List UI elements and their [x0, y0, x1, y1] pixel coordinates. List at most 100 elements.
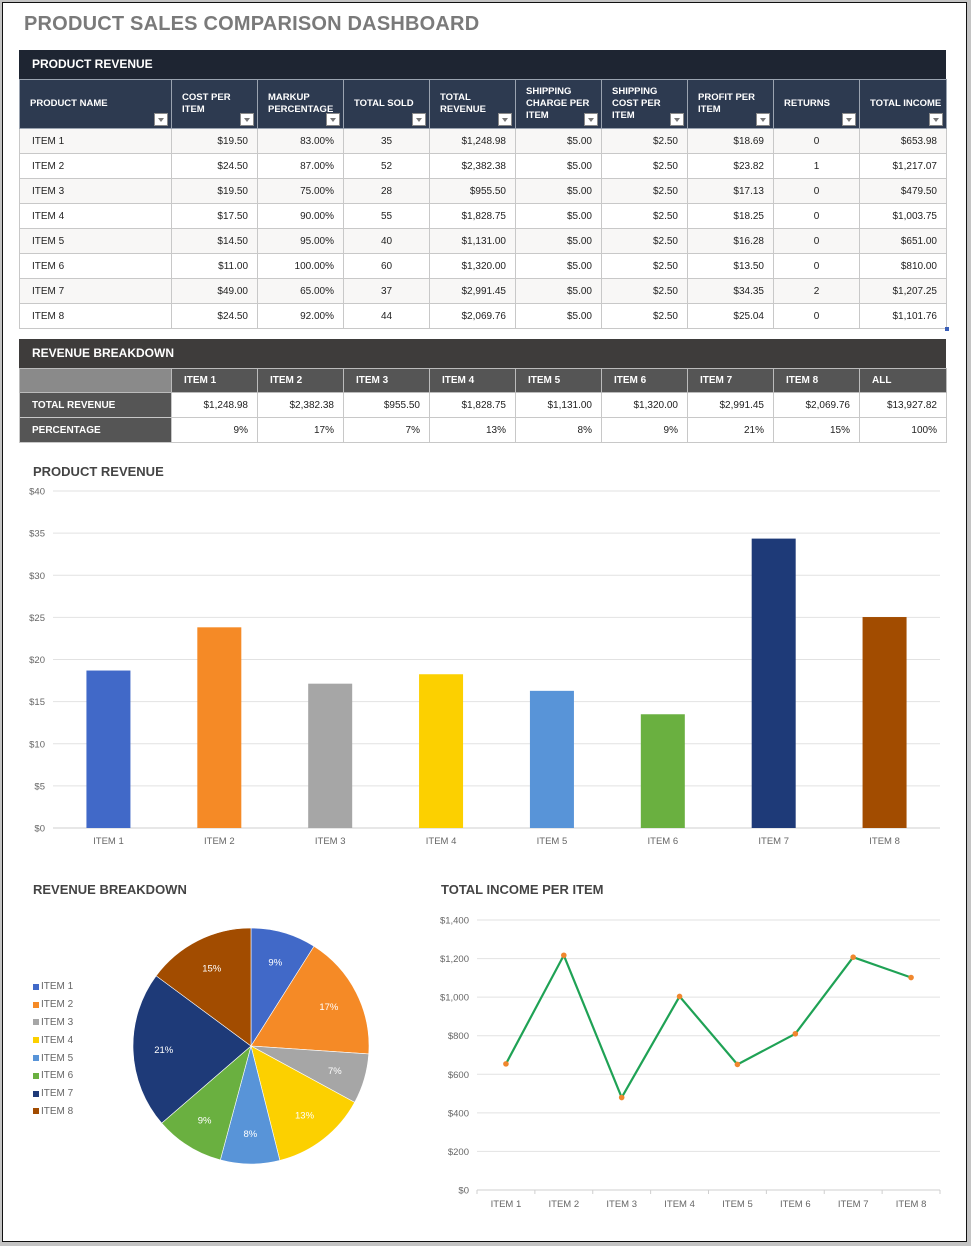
cell-item-7[interactable]: $2,991.45	[687, 392, 774, 418]
cell-profit-per-item[interactable]: $18.69	[687, 128, 774, 154]
cell-returns[interactable]: 1	[773, 153, 860, 179]
cell-total-income[interactable]: $810.00	[859, 253, 947, 279]
cell-item-1[interactable]: $1,248.98	[171, 392, 258, 418]
cell-shipping-cost-per-item[interactable]: $2.50	[601, 253, 688, 279]
cell-total-sold[interactable]: 37	[343, 278, 430, 304]
cell-shipping-charge-per-item[interactable]: $5.00	[515, 128, 602, 154]
cell-profit-per-item[interactable]: $23.82	[687, 153, 774, 179]
cell-cost-per-item[interactable]: $19.50	[171, 128, 258, 154]
cell-total-revenue[interactable]: $1,320.00	[429, 253, 516, 279]
cell-item-5[interactable]: $1,131.00	[515, 392, 602, 418]
cell-total-revenue[interactable]: $1,131.00	[429, 228, 516, 254]
cell-shipping-charge-per-item[interactable]: $5.00	[515, 178, 602, 204]
cell-cost-per-item[interactable]: $19.50	[171, 178, 258, 204]
cell-returns[interactable]: 0	[773, 253, 860, 279]
bar-item-5[interactable]	[529, 690, 574, 828]
cell-markup-percentage[interactable]: 87.00%	[257, 153, 344, 179]
cell-shipping-charge-per-item[interactable]: $5.00	[515, 203, 602, 229]
cell-markup-percentage[interactable]: 90.00%	[257, 203, 344, 229]
data-point-item-5[interactable]	[734, 1061, 741, 1068]
cell-product-name[interactable]: ITEM 8	[19, 303, 172, 329]
cell-markup-percentage[interactable]: 65.00%	[257, 278, 344, 304]
data-point-item-4[interactable]	[676, 993, 683, 1000]
cell-shipping-cost-per-item[interactable]: $2.50	[601, 228, 688, 254]
cell-cost-per-item[interactable]: $11.00	[171, 253, 258, 279]
cell-all[interactable]: $13,927.82	[859, 392, 947, 418]
cell-returns[interactable]: 0	[773, 303, 860, 329]
cell-item-5[interactable]: 8%	[515, 417, 602, 443]
cell-item-6[interactable]: $1,320.00	[601, 392, 688, 418]
cell-product-name[interactable]: ITEM 2	[19, 153, 172, 179]
cell-cost-per-item[interactable]: $24.50	[171, 303, 258, 329]
cell-item-3[interactable]: 7%	[343, 417, 430, 443]
cell-total-revenue[interactable]: $1,828.75	[429, 203, 516, 229]
cell-shipping-cost-per-item[interactable]: $2.50	[601, 303, 688, 329]
data-point-item-2[interactable]	[561, 952, 567, 959]
cell-total-sold[interactable]: 52	[343, 153, 430, 179]
cell-profit-per-item[interactable]: $25.04	[687, 303, 774, 329]
bar-item-3[interactable]	[308, 683, 353, 828]
cell-total-income[interactable]: $1,003.75	[859, 203, 947, 229]
cell-total-revenue[interactable]: $2,382.38	[429, 153, 516, 179]
cell-total-income[interactable]: $1,101.76	[859, 303, 947, 329]
cell-product-name[interactable]: ITEM 3	[19, 178, 172, 204]
cell-profit-per-item[interactable]: $13.50	[687, 253, 774, 279]
cell-item-6[interactable]: 9%	[601, 417, 688, 443]
cell-profit-per-item[interactable]: $34.35	[687, 278, 774, 304]
cell-cost-per-item[interactable]: $49.00	[171, 278, 258, 304]
cell-markup-percentage[interactable]: 83.00%	[257, 128, 344, 154]
cell-returns[interactable]: 0	[773, 203, 860, 229]
cell-product-name[interactable]: ITEM 5	[19, 228, 172, 254]
cell-cost-per-item[interactable]: $24.50	[171, 153, 258, 179]
cell-shipping-charge-per-item[interactable]: $5.00	[515, 303, 602, 329]
cell-item-3[interactable]: $955.50	[343, 392, 430, 418]
cell-markup-percentage[interactable]: 95.00%	[257, 228, 344, 254]
filter-dropdown-icon[interactable]	[842, 113, 856, 126]
cell-returns[interactable]: 0	[773, 228, 860, 254]
cell-total-revenue[interactable]: $1,248.98	[429, 128, 516, 154]
cell-total-sold[interactable]: 40	[343, 228, 430, 254]
cell-total-sold[interactable]: 35	[343, 128, 430, 154]
cell-shipping-cost-per-item[interactable]: $2.50	[601, 203, 688, 229]
cell-item-8[interactable]: $2,069.76	[773, 392, 860, 418]
bar-item-2[interactable]	[197, 627, 242, 828]
cell-shipping-cost-per-item[interactable]: $2.50	[601, 278, 688, 304]
data-point-item-3[interactable]	[618, 1094, 625, 1101]
cell-total-income[interactable]: $651.00	[859, 228, 947, 254]
cell-product-name[interactable]: ITEM 4	[19, 203, 172, 229]
cell-product-name[interactable]: ITEM 6	[19, 253, 172, 279]
filter-dropdown-icon[interactable]	[929, 113, 943, 126]
cell-markup-percentage[interactable]: 75.00%	[257, 178, 344, 204]
cell-item-4[interactable]: 13%	[429, 417, 516, 443]
cell-all[interactable]: 100%	[859, 417, 947, 443]
cell-total-income[interactable]: $653.98	[859, 128, 947, 154]
cell-markup-percentage[interactable]: 92.00%	[257, 303, 344, 329]
bar-item-4[interactable]	[419, 674, 464, 828]
cell-cost-per-item[interactable]: $14.50	[171, 228, 258, 254]
cell-shipping-charge-per-item[interactable]: $5.00	[515, 228, 602, 254]
data-point-item-1[interactable]	[503, 1061, 509, 1067]
cell-total-sold[interactable]: 28	[343, 178, 430, 204]
filter-dropdown-icon[interactable]	[498, 113, 512, 126]
data-point-item-7[interactable]	[850, 954, 856, 960]
cell-profit-per-item[interactable]: $17.13	[687, 178, 774, 204]
filter-dropdown-icon[interactable]	[326, 113, 340, 126]
cell-item-7[interactable]: 21%	[687, 417, 774, 443]
bar-item-7[interactable]	[751, 538, 796, 828]
cell-total-sold[interactable]: 60	[343, 253, 430, 279]
data-point-item-8[interactable]	[908, 974, 914, 981]
cell-profit-per-item[interactable]: $16.28	[687, 228, 774, 254]
cell-total-income[interactable]: $479.50	[859, 178, 947, 204]
cell-shipping-charge-per-item[interactable]: $5.00	[515, 153, 602, 179]
bar-item-6[interactable]	[640, 714, 685, 828]
cell-shipping-cost-per-item[interactable]: $2.50	[601, 128, 688, 154]
cell-item-2[interactable]: $2,382.38	[257, 392, 344, 418]
cell-total-income[interactable]: $1,217.07	[859, 153, 947, 179]
bar-item-1[interactable]	[86, 670, 131, 828]
table-resize-handle[interactable]	[945, 327, 949, 331]
cell-shipping-cost-per-item[interactable]: $2.50	[601, 153, 688, 179]
cell-total-income[interactable]: $1,207.25	[859, 278, 947, 304]
cell-product-name[interactable]: ITEM 7	[19, 278, 172, 304]
filter-dropdown-icon[interactable]	[412, 113, 426, 126]
cell-item-2[interactable]: 17%	[257, 417, 344, 443]
